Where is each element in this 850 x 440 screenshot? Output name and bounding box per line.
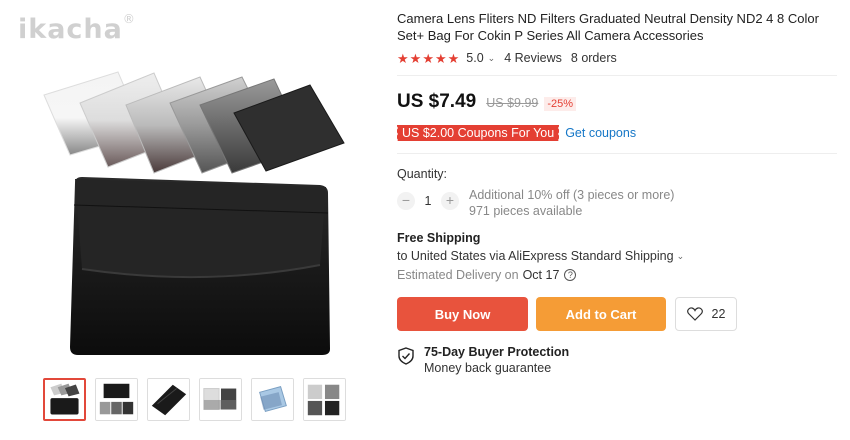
rating-value[interactable]: 5.0: [466, 51, 483, 65]
orders-count: 8 orders: [570, 51, 617, 65]
brand-watermark: ikacha®: [18, 12, 136, 45]
star-icon: ★: [422, 50, 434, 66]
shipping-method[interactable]: to United States via AliExpress Standard…: [397, 249, 837, 263]
star-icon: ★: [397, 50, 409, 66]
quantity-input[interactable]: 1: [415, 194, 441, 208]
thumbnail-4[interactable]: [199, 378, 242, 421]
thumbnail-1[interactable]: [43, 378, 86, 421]
buy-now-button[interactable]: Buy Now: [397, 297, 528, 331]
thumbnail-strip: [43, 378, 346, 421]
star-icon: ★: [447, 50, 460, 66]
heart-icon: [686, 307, 703, 321]
get-coupons-link[interactable]: Get coupons: [565, 126, 636, 140]
thumbnail-5[interactable]: [251, 378, 294, 421]
product-title: Camera Lens Fliters ND Filters Graduated…: [397, 11, 819, 43]
star-icon: ★: [434, 50, 447, 66]
thumbnail-6[interactable]: [303, 378, 346, 421]
quantity-row: − 1 + Additional 10% off (3 pieces or mo…: [397, 187, 837, 219]
protection-title: 75-Day Buyer Protection: [424, 345, 570, 359]
shipping-title: Free Shipping: [397, 231, 481, 245]
action-buttons: Buy Now Add to Cart 22: [397, 297, 837, 331]
chevron-down-icon[interactable]: ⌄: [677, 251, 685, 262]
original-price: US $9.99: [486, 96, 539, 110]
coupon-row: US $2.00 Coupons For You Get coupons: [395, 125, 837, 141]
wishlist-count: 22: [711, 307, 726, 321]
add-to-cart-button[interactable]: Add to Cart: [536, 297, 666, 331]
main-product-image[interactable]: [30, 55, 370, 370]
coupon-badge[interactable]: US $2.00 Coupons For You: [395, 125, 560, 141]
protection-subtitle: Money back guarantee: [424, 361, 552, 375]
delivery-estimate: Estimated Delivery on Oct 17 ?: [397, 268, 837, 282]
filter-bag: [70, 177, 330, 355]
reviews-link[interactable]: 4 Reviews: [504, 51, 562, 65]
delivery-date: Oct 17: [522, 268, 560, 282]
filter-set: [43, 71, 345, 174]
product-gallery: ikacha®: [0, 0, 380, 440]
quantity-info: Additional 10% off (3 pieces or more) 97…: [469, 187, 674, 219]
quantity-stepper: − 1 +: [397, 191, 459, 211]
question-circle-icon[interactable]: ?: [564, 269, 577, 281]
bulk-offer-text: Additional 10% off (3 pieces or more): [469, 188, 675, 202]
wishlist-button[interactable]: 22: [675, 297, 737, 331]
buyer-protection: 75-Day Buyer Protection Money back guara…: [397, 345, 837, 375]
rating-row: ★ ★ ★ ★ ★ 5.0 ⌄ 4 Reviews 8 orders: [397, 50, 837, 66]
shield-check-icon: [398, 347, 414, 365]
star-icon: ★: [409, 50, 422, 66]
star-rating: ★ ★ ★ ★ ★: [397, 52, 459, 65]
current-price: US $7.49: [397, 91, 477, 112]
shipping-method-text[interactable]: to United States via AliExpress Standard…: [397, 249, 674, 263]
discount-badge: -25%: [544, 97, 577, 111]
delivery-label: Estimated Delivery on: [397, 268, 519, 282]
chevron-down-icon[interactable]: ⌄: [488, 53, 496, 64]
decrease-button[interactable]: −: [397, 192, 415, 210]
product-info: Camera Lens Fliters ND Filters Graduated…: [395, 10, 837, 375]
thumbnail-2[interactable]: [95, 378, 138, 421]
stock-available: 971 pieces available: [469, 204, 583, 218]
divider: [397, 75, 837, 76]
increase-button[interactable]: +: [441, 192, 459, 210]
thumbnail-3[interactable]: [147, 378, 190, 421]
quantity-label: Quantity:: [397, 167, 448, 181]
divider: [397, 153, 837, 154]
price-row: US $7.49 US $9.99 -25%: [397, 91, 837, 113]
